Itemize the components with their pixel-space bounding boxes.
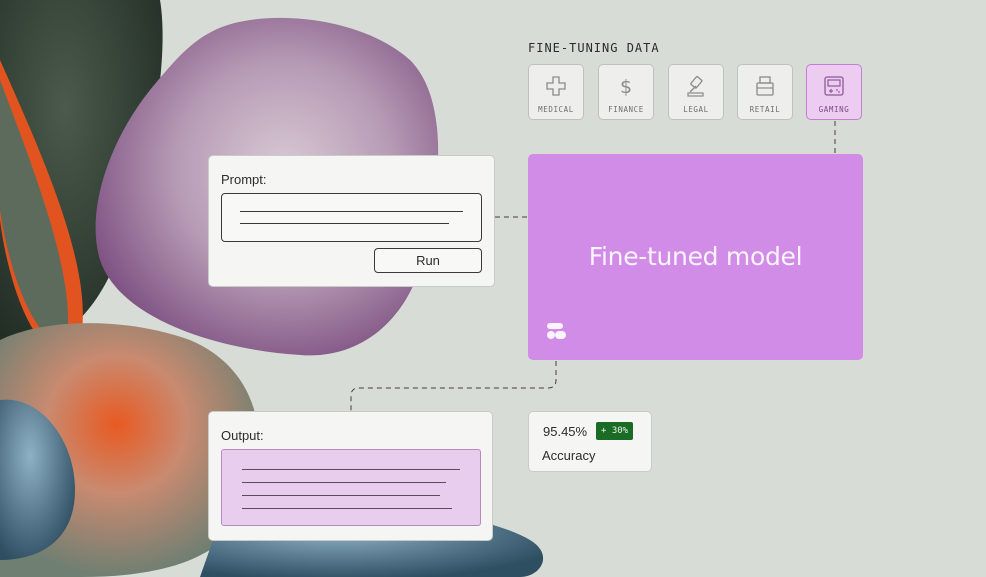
domain-tile-medical[interactable]: MEDICAL bbox=[528, 64, 584, 120]
gavel-icon bbox=[687, 76, 704, 97]
prompt-input[interactable] bbox=[221, 193, 482, 242]
fine-tuning-data-title: FINE-TUNING DATA bbox=[528, 41, 660, 55]
output-card: Output: bbox=[208, 411, 493, 541]
fine-tuned-model-box: Fine-tuned model bbox=[528, 154, 863, 360]
domain-label: MEDICAL bbox=[538, 105, 574, 114]
prompt-card: Prompt: Run bbox=[208, 155, 495, 287]
text-placeholder-line bbox=[242, 508, 452, 509]
svg-text:$: $ bbox=[620, 76, 632, 97]
text-placeholder-line bbox=[240, 223, 449, 224]
register-icon bbox=[756, 76, 774, 96]
brand-logo-icon bbox=[547, 323, 566, 339]
run-button[interactable]: Run bbox=[374, 248, 482, 273]
prompt-label: Prompt: bbox=[221, 172, 267, 187]
accuracy-label: Accuracy bbox=[542, 448, 596, 463]
gamepad-icon bbox=[824, 76, 844, 96]
text-placeholder-line bbox=[242, 495, 440, 496]
accuracy-card: 95.45% + 30% Accuracy bbox=[528, 411, 652, 472]
domain-tile-finance[interactable]: $ FINANCE bbox=[598, 64, 654, 120]
accuracy-value: 95.45% bbox=[543, 424, 588, 439]
domain-label: GAMING bbox=[818, 105, 850, 114]
domain-label: RETAIL bbox=[749, 105, 781, 114]
text-placeholder-line bbox=[242, 469, 460, 470]
domain-tile-retail[interactable]: RETAIL bbox=[737, 64, 793, 120]
domain-label: LEGAL bbox=[683, 105, 709, 114]
domain-tile-gaming[interactable]: GAMING bbox=[806, 64, 862, 120]
text-placeholder-line bbox=[242, 482, 446, 483]
plus-icon bbox=[546, 76, 566, 96]
accuracy-delta-badge: + 30% bbox=[596, 422, 634, 440]
domain-tile-legal[interactable]: LEGAL bbox=[668, 64, 724, 120]
domain-label: FINANCE bbox=[608, 105, 644, 114]
model-title: Fine-tuned model bbox=[588, 242, 803, 271]
output-label: Output: bbox=[221, 428, 264, 443]
output-text-area bbox=[221, 449, 481, 526]
dollar-icon: $ bbox=[620, 76, 632, 97]
text-placeholder-line bbox=[240, 211, 463, 212]
